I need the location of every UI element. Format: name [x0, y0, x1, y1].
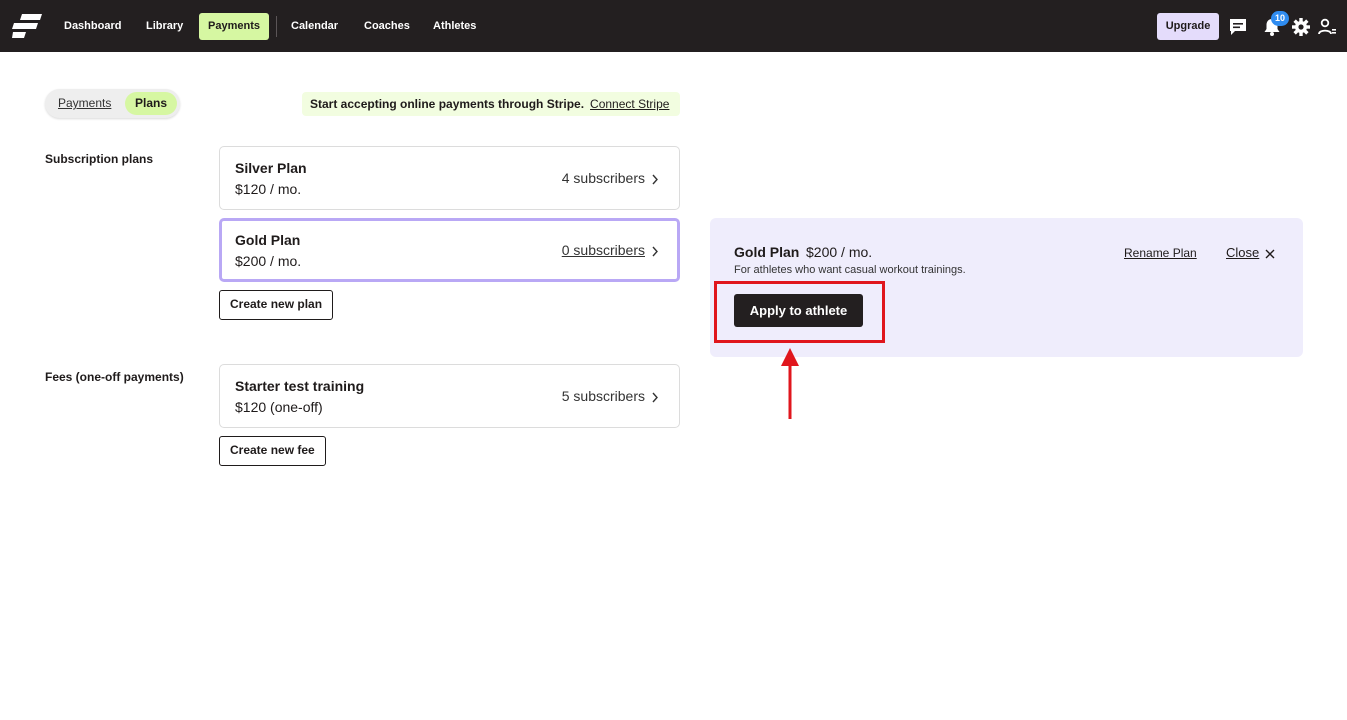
detail-plan-price: $200 / mo. [806, 244, 873, 260]
rename-plan-link[interactable]: Rename Plan [1124, 246, 1197, 260]
toggle-payments[interactable]: Payments [48, 92, 121, 115]
payments-plans-toggle: Payments Plans [45, 89, 180, 118]
chevron-right-icon [652, 174, 658, 185]
plan-price: $120 / mo. [235, 181, 302, 197]
fees-label: Fees (one-off payments) [45, 370, 184, 384]
chevron-right-icon [652, 392, 658, 403]
user-icon[interactable] [1317, 17, 1337, 37]
create-new-fee-button[interactable]: Create new fee [219, 436, 326, 466]
toggle-plans[interactable]: Plans [125, 92, 178, 115]
chevron-right-icon [652, 246, 658, 257]
nav-payments[interactable]: Payments [199, 13, 269, 40]
detail-plan-description: For athletes who want casual workout tra… [734, 264, 966, 276]
plan-subscribers: 4 subscribers [561, 170, 645, 186]
logo-icon[interactable] [12, 14, 42, 38]
chat-icon[interactable] [1228, 17, 1248, 37]
plan-name: Gold Plan [235, 232, 301, 248]
connect-stripe-link[interactable]: Connect Stripe [590, 97, 669, 111]
plan-card-gold[interactable]: Gold Plan $200 / mo. 0 subscribers [219, 218, 680, 282]
detail-plan-name: Gold Plan [734, 244, 800, 260]
nav-coaches[interactable]: Coaches [355, 13, 419, 40]
fee-card-starter[interactable]: Starter test training $120 (one-off) 5 s… [219, 364, 680, 428]
top-navbar: Dashboard Library Payments Calendar Coac… [0, 0, 1347, 52]
plan-card-silver[interactable]: Silver Plan $120 / mo. 4 subscribers [219, 146, 680, 210]
stripe-banner: Start accepting online payments through … [302, 92, 680, 116]
close-link[interactable]: Close [1226, 245, 1259, 260]
nav-calendar[interactable]: Calendar [282, 13, 347, 40]
notification-badge: 10 [1271, 11, 1289, 26]
close-icon[interactable] [1265, 249, 1275, 259]
gear-icon[interactable] [1291, 17, 1311, 37]
nav-athletes[interactable]: Athletes [424, 13, 485, 40]
fee-price: $120 (one-off) [235, 399, 323, 415]
plan-subscribers[interactable]: 0 subscribers [562, 242, 645, 258]
nav-divider [276, 16, 277, 37]
upgrade-button[interactable]: Upgrade [1157, 13, 1219, 40]
nav-library[interactable]: Library [137, 13, 192, 40]
create-new-plan-button[interactable]: Create new plan [219, 290, 334, 320]
fee-name: Starter test training [235, 378, 365, 394]
subscription-plans-label: Subscription plans [45, 152, 154, 166]
annotation-arrow-icon [781, 348, 799, 419]
plan-price: $200 / mo. [235, 253, 302, 269]
nav-dashboard[interactable]: Dashboard [55, 13, 130, 40]
annotation-highlight-box [714, 281, 885, 343]
stripe-banner-text: Start accepting online payments through … [310, 97, 585, 111]
plan-name: Silver Plan [235, 160, 307, 176]
fee-subscribers: 5 subscribers [561, 388, 645, 404]
